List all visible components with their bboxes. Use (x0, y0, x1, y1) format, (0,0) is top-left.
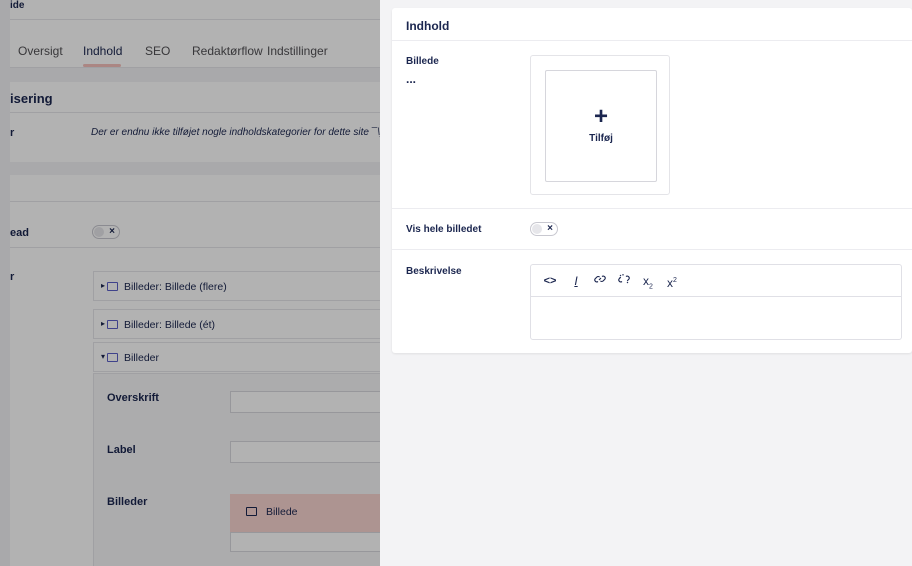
card-divider (392, 208, 912, 209)
superscript-icon[interactable]: x2 (663, 273, 681, 291)
edit-panel: Indhold Billede ... + Tilføj Vis hele bi… (380, 0, 912, 566)
superscript-mark: 2 (673, 277, 677, 284)
add-image-label: Tilføj (589, 133, 613, 144)
billede-label: Billede (406, 56, 439, 67)
modal-backdrop[interactable] (0, 0, 380, 566)
clear-format-icon[interactable]: I (567, 273, 585, 289)
vis-hele-billedet-label: Vis hele billedet (406, 224, 482, 235)
toggle-off-icon: × (547, 223, 553, 234)
rte-toolbar: <> I x2 x2 (531, 265, 901, 297)
unlink-icon[interactable] (615, 273, 633, 289)
add-image-button[interactable]: + Tilføj (545, 70, 657, 182)
more-actions-icon[interactable]: ... (406, 73, 416, 85)
card-title: Indhold (406, 19, 450, 33)
plus-icon: + (593, 103, 608, 130)
subscript-mark: 2 (649, 283, 653, 291)
source-code-icon[interactable]: <> (541, 273, 559, 289)
beskrivelse-label: Beskrivelse (406, 266, 462, 277)
link-icon-svg (594, 275, 606, 283)
content-card: Indhold Billede ... + Tilføj Vis hele bi… (392, 8, 912, 353)
toggle-knob (532, 224, 542, 234)
rich-text-editor: <> I x2 x2 (530, 264, 902, 340)
subscript-icon[interactable]: x2 (639, 273, 657, 295)
card-divider (392, 249, 912, 250)
vis-hele-billedet-toggle[interactable]: × (530, 222, 558, 236)
clear-format-glyph: I (574, 274, 578, 288)
image-picker: + Tilføj (530, 55, 670, 195)
description-editor[interactable] (531, 298, 901, 340)
card-divider (392, 40, 912, 41)
link-icon[interactable] (591, 273, 609, 289)
unlink-icon-svg (618, 274, 630, 284)
